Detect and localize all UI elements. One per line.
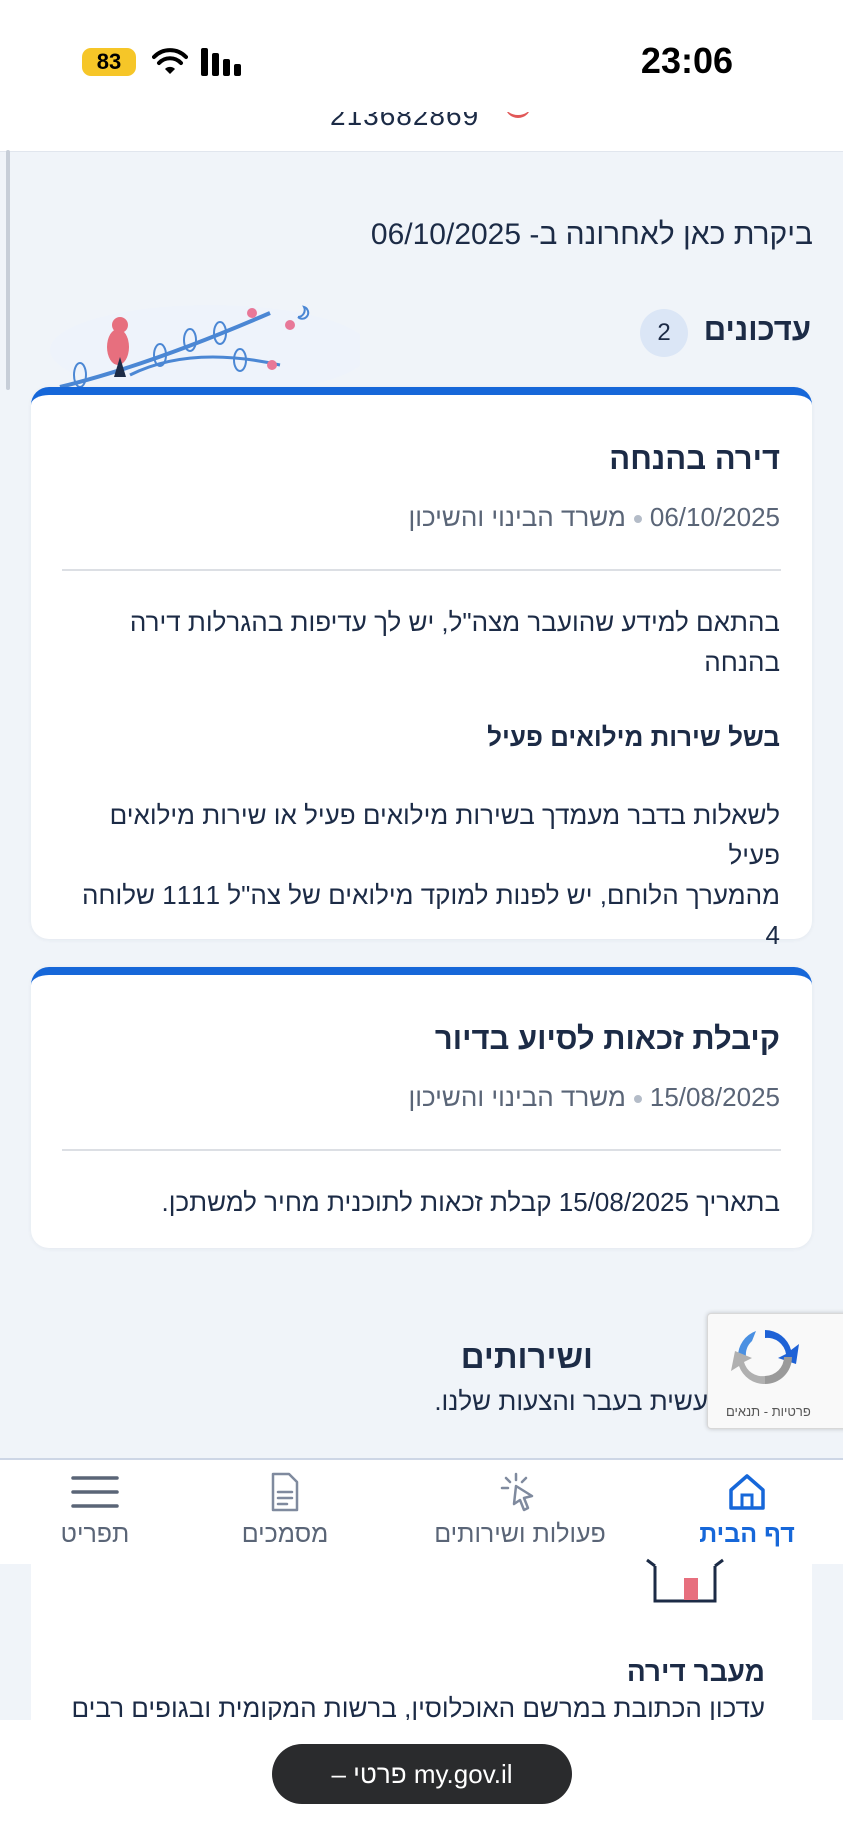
id-number: 213682869 [330,112,480,131]
nav-home[interactable]: דף הבית [682,1470,812,1562]
meta-separator [633,1095,642,1104]
nav-label: דף הבית [699,1520,795,1548]
moving-box-illustration [646,1558,724,1603]
last-visit-text: ביקרת כאן לאחרונה ב- 06/10/2025 [370,218,813,251]
recaptcha-links[interactable]: פרטיות - תנאים [726,1404,811,1419]
status-bar: 83 23:06 [0,0,843,112]
scrollbar[interactable] [6,150,10,390]
services-subtitle: עשית בעבר והצעות שלנו. [434,1386,708,1416]
nav-label: פעולות ושירותים [434,1520,606,1548]
avatar[interactable] [505,112,531,118]
card-date: 15/08/2025 [649,1082,780,1112]
menu-icon [71,1476,119,1508]
card-note-line: לשאלות בדבר מעמדך בשירות מילואים פעיל או… [109,800,780,870]
card-body-line: בהנחה [704,647,780,677]
bottom-nav: דף הבית פעולות ושירותים מסמכים תפריט [0,1458,843,1564]
recaptcha-icon [731,1330,799,1385]
nav-menu[interactable]: תפריט [45,1470,145,1562]
nav-label: תפריט [60,1520,130,1548]
card-meta: 06/10/2025 משרד הבינוי והשיכון [409,502,780,533]
nav-actions-services[interactable]: פעולות ושירותים [420,1470,620,1562]
battery-indicator: 83 [82,48,136,76]
updates-count-badge: 2 [640,309,688,357]
update-card[interactable]: קיבלת זכאות לסיוע בדיור 15/08/2025 משרד ה… [31,967,812,1248]
click-icon [500,1472,534,1512]
meta-separator [633,515,642,524]
card-divider [62,569,781,571]
card-subtitle: בשל שירות מילואים פעיל [487,722,780,752]
card-date: 06/10/2025 [649,502,780,532]
clock: 23:06 [640,40,733,81]
nav-documents[interactable]: מסמכים [230,1470,340,1562]
url-pill[interactable]: my.gov.il פרטי – [272,1744,572,1804]
profile-header: 213682869 [0,112,843,152]
nav-label: מסמכים [241,1520,329,1548]
bird-branch-illustration [50,305,360,395]
services-title: ושירותים [460,1338,593,1375]
signal-icon [201,48,241,76]
recaptcha-badge[interactable]: פרטיות - תנאים [707,1313,843,1429]
card-body: בתאריך 15/08/2025 קבלת זכאות לתוכנית מחי… [62,1182,780,1222]
card-body: בהתאם למידע שהועבר מצה"ל, יש לך עדיפות ב… [62,602,780,682]
card-title: דירה בהנחה [609,441,780,476]
wifi-icon [152,48,188,74]
card-body-line: בהתאם למידע שהועבר מצה"ל, יש לך עדיפות ב… [129,607,780,637]
card-note-line: מהמערך הלוחם, יש לפנות למוקד מילואים של … [81,880,780,950]
card-note: לשאלות בדבר מעמדך בשירות מילואים פעיל או… [62,795,780,955]
card-title: קיבלת זכאות לסיוע בדיור [434,1021,780,1056]
card-ministry: משרד הבינוי והשיכון [408,1082,626,1112]
card-body-line: בתאריך 15/08/2025 קבלת זכאות לתוכנית מחי… [161,1187,780,1217]
card-divider [62,1149,781,1151]
moving-title: מעבר דירה [626,1656,765,1687]
updates-title: עדכונים [703,312,811,347]
document-icon [271,1472,299,1512]
card-ministry: משרד הבינוי והשיכון [408,502,626,532]
home-icon [729,1474,765,1510]
update-card[interactable]: דירה בהנחה 06/10/2025 משרד הבינוי והשיכון… [31,387,812,950]
card-meta: 15/08/2025 משרד הבינוי והשיכון [409,1082,780,1113]
